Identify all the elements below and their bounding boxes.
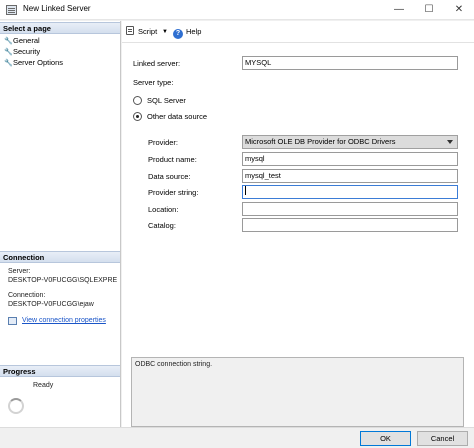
data-source-input[interactable]: mysql_test — [242, 169, 458, 183]
sql-server-radio[interactable] — [133, 96, 142, 105]
other-data-source-radio[interactable] — [133, 112, 142, 121]
catalog-input[interactable] — [242, 218, 458, 232]
script-dropdown-icon[interactable]: ▼ — [162, 27, 168, 38]
product-name-input[interactable]: mysql — [242, 152, 458, 166]
minimize-button[interactable]: — — [384, 0, 414, 20]
linked-server-input[interactable]: MYSQL — [242, 56, 458, 70]
ok-button[interactable]: OK — [360, 431, 411, 446]
help-button[interactable]: ? Help — [173, 26, 201, 39]
help-icon: ? — [173, 29, 183, 39]
window-app-icon — [6, 5, 17, 15]
provider-string-label: Provider string: — [148, 188, 199, 197]
product-name-label: Product name: — [148, 155, 197, 164]
description-box: ODBC connection string. — [131, 357, 464, 427]
close-button[interactable]: ✕ — [444, 0, 474, 20]
toolbar: Script ▼ ? Help — [122, 21, 474, 43]
text-caret — [245, 186, 246, 195]
server-type-label: Server type: — [133, 78, 174, 87]
sidebar-item-server-options[interactable]: 🔧Server Options — [4, 57, 63, 68]
progress-status: Ready — [33, 382, 54, 389]
select-page-header: Select a page — [0, 22, 120, 34]
sidebar-item-general[interactable]: 🔧General — [4, 35, 40, 46]
dialog-footer: OK Cancel — [0, 427, 474, 448]
script-button[interactable]: Script — [126, 26, 157, 37]
connection-header: Connection — [0, 251, 120, 263]
progress-header: Progress — [0, 365, 120, 377]
provider-string-input[interactable] — [242, 185, 458, 199]
script-label: Script — [138, 27, 158, 36]
progress-spinner-icon — [8, 398, 24, 414]
location-input[interactable] — [242, 202, 458, 216]
chevron-down-icon — [447, 140, 453, 144]
connection-properties-icon — [8, 317, 17, 325]
provider-select[interactable]: Microsoft OLE DB Provider for ODBC Drive… — [242, 135, 458, 149]
sidebar-item-label: Security — [13, 47, 41, 56]
sidebar-item-label: General — [13, 36, 40, 45]
left-panel: Select a page 🔧General 🔧Security 🔧Server… — [0, 21, 121, 427]
linked-server-label: Linked server: — [133, 59, 181, 68]
server-value: DESKTOP-V0FUCGG\SQLEXPRE — [8, 277, 118, 284]
script-icon — [126, 26, 134, 35]
sidebar-item-label: Server Options — [13, 58, 64, 67]
provider-label: Provider: — [148, 138, 179, 147]
wrench-icon: 🔧 — [4, 60, 13, 67]
maximize-button[interactable]: ☐ — [414, 0, 444, 20]
location-label: Location: — [148, 205, 179, 214]
data-source-label: Data source: — [148, 172, 191, 181]
main-panel: Script ▼ ? Help Linked server: MYSQL Serv… — [122, 21, 474, 427]
other-data-source-radio-label[interactable]: Other data source — [147, 112, 207, 121]
cancel-button[interactable]: Cancel — [417, 431, 468, 446]
sidebar-item-security[interactable]: 🔧Security — [4, 46, 40, 57]
server-label: Server: — [8, 268, 31, 275]
sql-server-radio-label[interactable]: SQL Server — [147, 96, 186, 105]
window-title: New Linked Server — [23, 4, 91, 13]
help-label: Help — [186, 27, 202, 36]
connection-label: Connection: — [8, 292, 46, 299]
description-text: ODBC connection string. — [135, 361, 213, 368]
connection-value: DESKTOP-V0FUCGG\ejaw — [8, 301, 94, 308]
view-connection-properties-link[interactable]: View connection properties — [22, 317, 106, 324]
title-bar: New Linked Server — ☐ ✕ — [0, 0, 474, 20]
provider-select-value: Microsoft OLE DB Provider for ODBC Drive… — [245, 137, 396, 146]
catalog-label: Catalog: — [148, 221, 176, 230]
